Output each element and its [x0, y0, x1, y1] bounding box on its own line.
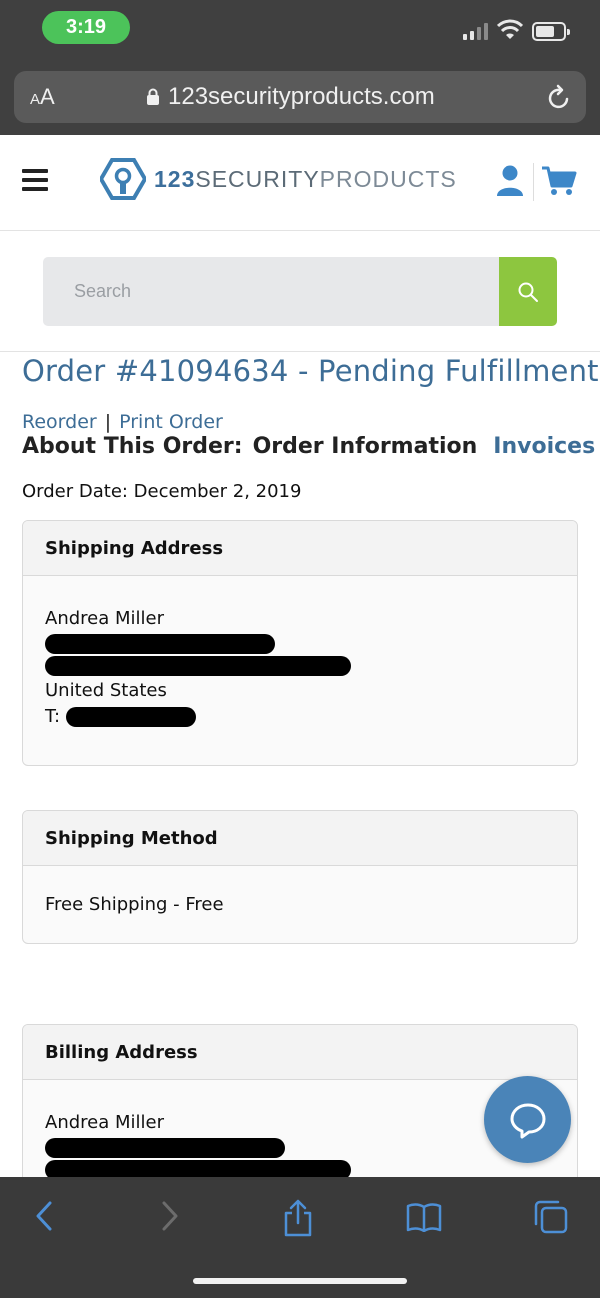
menu-icon[interactable]	[22, 169, 48, 196]
tab-invoices[interactable]: Invoices	[493, 434, 595, 459]
url-display[interactable]: 123securityproducts.com	[146, 83, 435, 111]
order-date: Order Date: December 2, 2019	[22, 481, 302, 502]
order-actions: Reorder | Print Order	[22, 411, 223, 433]
header-divider	[533, 163, 534, 201]
billing-address-heading: Billing Address	[23, 1025, 577, 1080]
home-indicator	[193, 1278, 407, 1284]
chat-bubble-icon	[510, 1103, 545, 1138]
tab-order-information[interactable]: Order Information	[253, 434, 478, 459]
shipping-country: United States	[45, 680, 167, 701]
shipping-method-box: Shipping Method Free Shipping - Free	[22, 810, 578, 944]
shipping-phone: T:	[45, 704, 555, 730]
redacted-billing-street	[45, 1138, 285, 1158]
page-title: Order #41094634 - Pending Fulfillment	[22, 354, 599, 388]
billing-name: Andrea Miller	[45, 1112, 164, 1133]
shipping-address-heading: Shipping Address	[23, 521, 577, 576]
search-icon	[518, 282, 538, 302]
tabs-icon[interactable]	[532, 1199, 570, 1235]
site-logo[interactable]: 123SECURITYPRODUCTS	[100, 157, 457, 201]
cart-icon[interactable]	[541, 165, 577, 197]
forward-icon[interactable]	[160, 1199, 180, 1233]
redacted-street	[45, 634, 275, 654]
share-icon[interactable]	[282, 1199, 314, 1237]
shipping-address-body: Andrea Miller United States T:	[23, 576, 577, 730]
back-icon[interactable]	[34, 1199, 54, 1233]
chat-button[interactable]	[484, 1076, 571, 1163]
cellular-signal-icon	[463, 22, 488, 40]
search-button[interactable]	[499, 257, 557, 326]
account-icon[interactable]	[496, 165, 524, 197]
wifi-icon	[497, 19, 523, 39]
redacted-city	[45, 656, 351, 676]
about-order-label: About This Order:	[22, 434, 243, 459]
redacted-phone	[66, 707, 197, 727]
order-tabs: About This Order: Order Information Invo…	[22, 434, 595, 459]
shipping-name: Andrea Miller	[45, 608, 164, 629]
shipping-address-box: Shipping Address Andrea Miller United St…	[22, 520, 578, 766]
battery-icon	[532, 22, 570, 41]
site-header: 123SECURITYPRODUCTS	[0, 135, 600, 231]
bookmarks-icon[interactable]	[406, 1202, 442, 1232]
lock-icon	[147, 88, 159, 105]
status-time: 3:19	[42, 11, 130, 44]
logo-text: 123SECURITYPRODUCTS	[154, 165, 457, 192]
reader-text-size-button[interactable]: AA	[30, 84, 55, 110]
search-input[interactable]	[43, 257, 499, 326]
shipping-method-heading: Shipping Method	[23, 811, 577, 866]
logo-keyhole-icon	[100, 158, 146, 200]
reload-icon[interactable]	[546, 83, 572, 111]
reorder-link[interactable]: Reorder	[22, 411, 97, 433]
search-area	[0, 232, 600, 352]
print-order-link[interactable]: Print Order	[119, 411, 223, 433]
phone-label: T:	[45, 706, 61, 727]
ios-top-chrome: 3:19 AA 123securityproducts.com	[0, 0, 600, 135]
address-bar[interactable]: AA 123securityproducts.com	[14, 71, 586, 123]
action-separator: |	[104, 411, 112, 433]
url-text: 123securityproducts.com	[168, 83, 435, 110]
shipping-method-value: Free Shipping - Free	[45, 894, 224, 915]
